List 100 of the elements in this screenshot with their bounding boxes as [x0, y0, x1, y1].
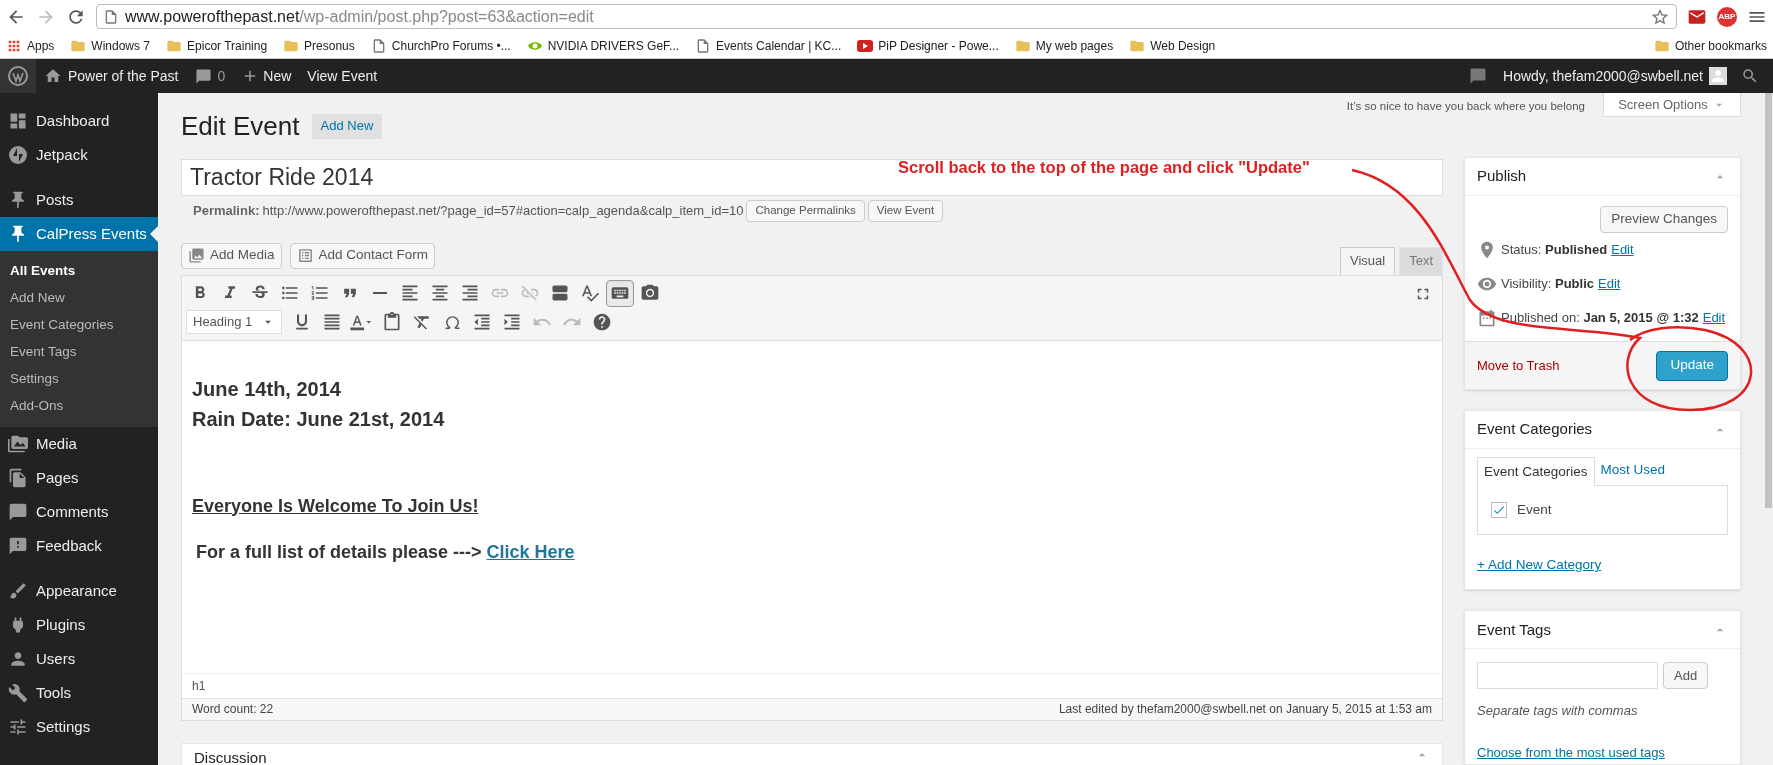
menu-item[interactable]: Feedback [0, 529, 158, 563]
bookmark[interactable]: Apps [6, 36, 55, 55]
check-icon [1492, 503, 1506, 517]
preview-button[interactable]: Preview Changes [1600, 206, 1728, 233]
menu-item[interactable]: Users [0, 642, 158, 676]
extension-badge[interactable]: ABP [1717, 6, 1737, 27]
bookmark[interactable]: ChurchPro Forums •... [370, 36, 511, 55]
format-select[interactable]: Heading 1 [186, 310, 282, 334]
panel-title: Event Categories [1477, 419, 1593, 440]
home-icon [44, 67, 62, 85]
add-category-link[interactable]: + Add New Category [1477, 555, 1728, 576]
screen-options-tab[interactable]: Screen Options [1603, 93, 1741, 117]
add-new-button[interactable]: Add New [311, 113, 383, 139]
view-link[interactable]: View Event [299, 65, 386, 87]
menu-item[interactable]: Jetpack [0, 138, 158, 172]
permalink-label: Permalink: [193, 201, 260, 220]
checkbox-label: Event [1517, 500, 1552, 519]
edit-link[interactable]: Edit [1611, 240, 1634, 260]
panel-title: Publish [1477, 166, 1527, 187]
word-count: Word count: 22 [192, 701, 274, 718]
media-icon [8, 434, 28, 454]
media-button[interactable]: Add Contact Form [289, 242, 436, 269]
content-heading: Everyone Is Welcome To Join Us! [192, 494, 480, 518]
greeting-text: It’s so nice to have you back where you belong [1346, 99, 1585, 114]
last-edited: Last edited by thefam2000@swbell.net on January 5, 2015 at 1:53 am [1058, 701, 1432, 718]
menu-item[interactable]: Media [0, 427, 158, 461]
publish-info: Status: Published [1501, 241, 1608, 260]
edit-link[interactable]: Edit [1702, 308, 1726, 328]
bookmark[interactable]: Other bookmarks [1653, 36, 1767, 55]
tag-hint: Separate tags with commas [1477, 702, 1639, 721]
align-justify-icon [322, 312, 342, 332]
speech-bubble-icon [194, 67, 212, 85]
bookmark[interactable]: Web Design [1129, 36, 1216, 55]
category-tab[interactable]: Most Used [1594, 456, 1672, 485]
page-icon [103, 8, 119, 25]
paste-icon [382, 312, 402, 332]
panel-title: Discussion [194, 747, 267, 765]
publish-info: Visibility: Public [1501, 275, 1594, 294]
permalink-button[interactable]: Change Permalinks [746, 199, 865, 222]
trash-link[interactable]: Move to Trash [1477, 355, 1560, 376]
menu-item[interactable]: Appearance [0, 574, 158, 608]
menu-item[interactable]: Pages [0, 461, 158, 495]
bookmark[interactable]: PiP Designer - Powe... [857, 36, 999, 55]
menu-item[interactable]: Posts [0, 183, 158, 217]
play-logo-icon [857, 39, 874, 52]
media-button[interactable]: Add Media [181, 242, 282, 269]
bookmark[interactable]: Presonus [283, 36, 355, 55]
menu-item[interactable]: Tools [0, 676, 158, 710]
submenu-item[interactable]: Add New [0, 285, 158, 312]
editor-tab[interactable]: Visual [1339, 246, 1396, 275]
read-more-icon [550, 283, 570, 303]
site-link[interactable]: Power of the Past [36, 65, 187, 87]
wrench-icon [8, 683, 28, 703]
checkbox[interactable] [1491, 502, 1507, 518]
bookmark[interactable]: NVIDIA DRIVERS GeF... [526, 36, 680, 55]
submenu-item[interactable]: Event Categories [0, 312, 158, 339]
bookmark[interactable]: Epicor Training [166, 36, 268, 55]
editor-content[interactable]: June 14th, 2014 Rain Date: June 21st, 2014 Everyone Is Welcome To Join Us! For a full list of details please ---> Click Here [182, 340, 1442, 673]
bookmark[interactable]: Events Calendar | KC... [695, 36, 842, 55]
most-used-tags-link[interactable]: Choose from the most used tags [1477, 742, 1728, 763]
permalink-button[interactable]: View Event [867, 199, 944, 222]
page-title: Edit Event [181, 109, 300, 143]
account-link[interactable]: Howdy, thefam2000@swbell.net [1503, 65, 1703, 87]
bookmark[interactable]: Windows 7 [70, 36, 151, 55]
tag-input[interactable] [1477, 662, 1658, 690]
new-link[interactable]: New [233, 65, 300, 87]
comments-link[interactable]: 0 [186, 65, 234, 87]
unlink-icon [520, 283, 540, 303]
annotation-text: Scroll back to the top of the page and click "Update" [898, 157, 1310, 178]
menu-item[interactable]: CalPress Events [0, 217, 158, 251]
menu-item[interactable]: Comments [0, 495, 158, 529]
outdent-icon [472, 312, 492, 332]
content-link[interactable]: Click Here [486, 541, 575, 562]
feedback-icon [8, 536, 28, 556]
category-tab[interactable]: Event Categories [1477, 457, 1595, 486]
bookmark[interactable]: My web pages [1014, 36, 1114, 55]
content-heading: June 14th, 2014 [192, 376, 342, 402]
submenu-item[interactable]: Settings [0, 366, 158, 393]
spellcheck-icon [580, 283, 600, 303]
address-bar[interactable]: www.powerofthepast.net/wp-admin/post.php?post=63&action=edit [96, 4, 1677, 29]
edit-link[interactable]: Edit [1598, 274, 1621, 294]
menu-item[interactable]: Settings [0, 710, 158, 744]
eye-logo-icon [526, 39, 543, 52]
avatar-icon [1709, 67, 1727, 85]
element-path: h1 [192, 677, 206, 695]
notification-icon[interactable] [1469, 67, 1488, 85]
toolbar-button[interactable] [606, 279, 634, 307]
permalink-url: http://www.powerofthepast.net/?page_id=57#action=calp_agenda&calp_item_id=10 [262, 201, 744, 220]
dashboard-icon [8, 111, 28, 131]
menu-item[interactable]: Plugins [0, 608, 158, 642]
menu-item[interactable]: Dashboard [0, 104, 158, 138]
search-icon[interactable] [1741, 67, 1759, 85]
content-line: For a full list of details please ---> Click Here [195, 540, 576, 564]
submenu-item[interactable]: Add-Ons [0, 393, 158, 420]
submenu-item[interactable]: Event Tags [0, 339, 158, 366]
calendar-icon [1477, 308, 1497, 328]
logo-button[interactable] [0, 59, 36, 93]
add-tag-button[interactable]: Add [1663, 662, 1709, 690]
submenu-item[interactable]: All Events [0, 258, 158, 285]
url-text: www.powerofthepast.net/wp-admin/post.php?post=63&action=edit [125, 6, 594, 27]
